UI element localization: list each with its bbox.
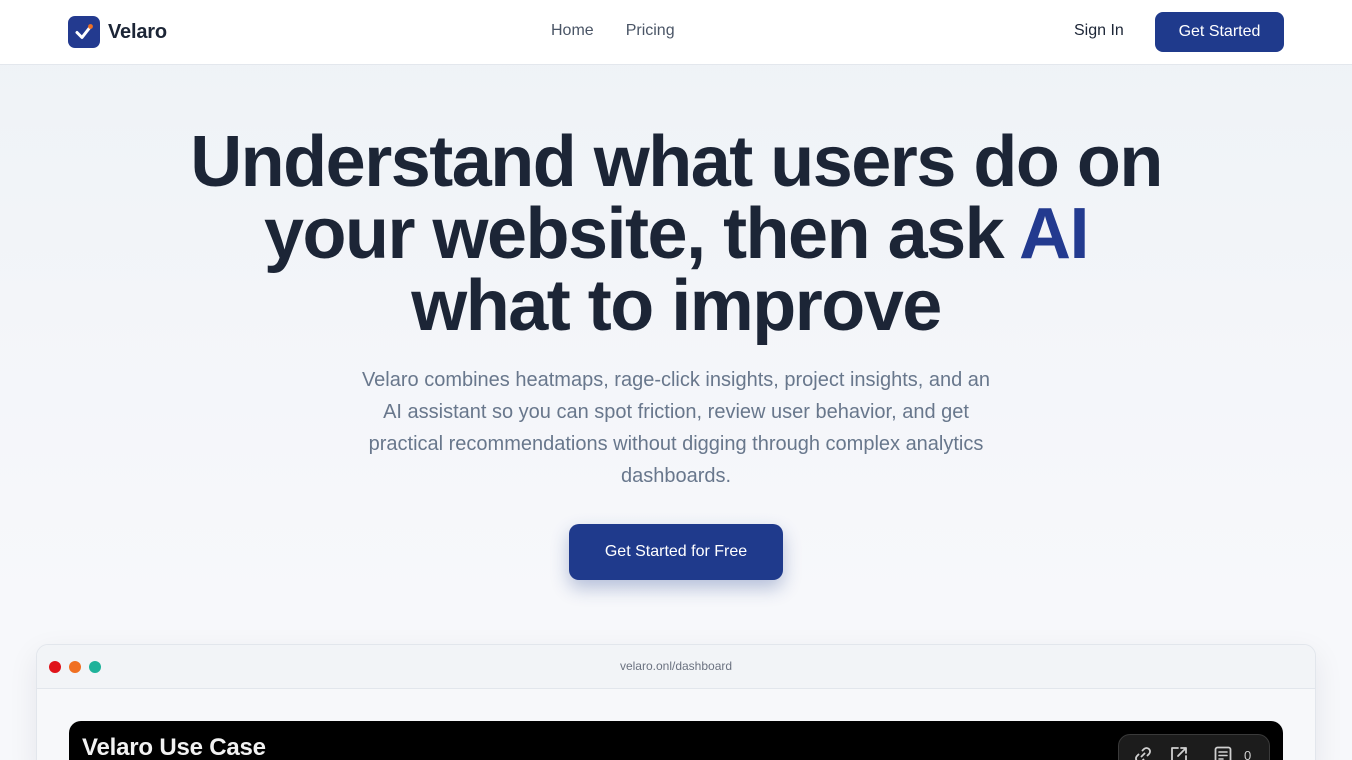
hero-title: Understand what users do on your website… xyxy=(176,126,1176,342)
comment-count: 0 xyxy=(1244,748,1252,760)
nav-home[interactable]: Home xyxy=(551,22,594,40)
video-player[interactable]: Velaro Use Case 0 xyxy=(69,721,1283,760)
browser-url: velaro.onl/dashboard xyxy=(619,659,733,673)
main-nav: Home Pricing xyxy=(551,22,675,40)
nav-pricing[interactable]: Pricing xyxy=(626,22,675,40)
logo[interactable]: Velaro xyxy=(68,16,167,48)
video-toolbar: 0 xyxy=(1118,734,1270,760)
hero-title-accent: AI xyxy=(1019,194,1090,274)
browser-content: Velaro Use Case 0 xyxy=(37,689,1315,760)
get-started-free-button[interactable]: Get Started for Free xyxy=(569,524,783,580)
hero-title-part1: Understand what users do on your website… xyxy=(190,122,1163,274)
external-link-icon[interactable] xyxy=(1169,745,1189,760)
get-started-button[interactable]: Get Started xyxy=(1155,12,1284,52)
link-icon[interactable] xyxy=(1133,745,1153,760)
landing-page: Velaro Home Pricing Sign In Get Started … xyxy=(0,0,1352,760)
hero-subtitle: Velaro combines heatmaps, rage-click ins… xyxy=(361,369,991,487)
dashboard-preview-window: velaro.onl/dashboard Velaro Use Case 0 xyxy=(36,644,1316,760)
logo-check-icon xyxy=(68,16,100,48)
logo-text: Velaro xyxy=(108,20,167,43)
comment-icon[interactable] xyxy=(1213,745,1233,760)
site-header: Velaro Home Pricing Sign In Get Started xyxy=(0,0,1352,65)
video-title: Velaro Use Case xyxy=(82,734,266,760)
browser-title-bar: velaro.onl/dashboard xyxy=(37,645,1315,689)
hero-title-part2: what to improve xyxy=(411,266,942,346)
sign-in-link[interactable]: Sign In xyxy=(1074,22,1124,40)
